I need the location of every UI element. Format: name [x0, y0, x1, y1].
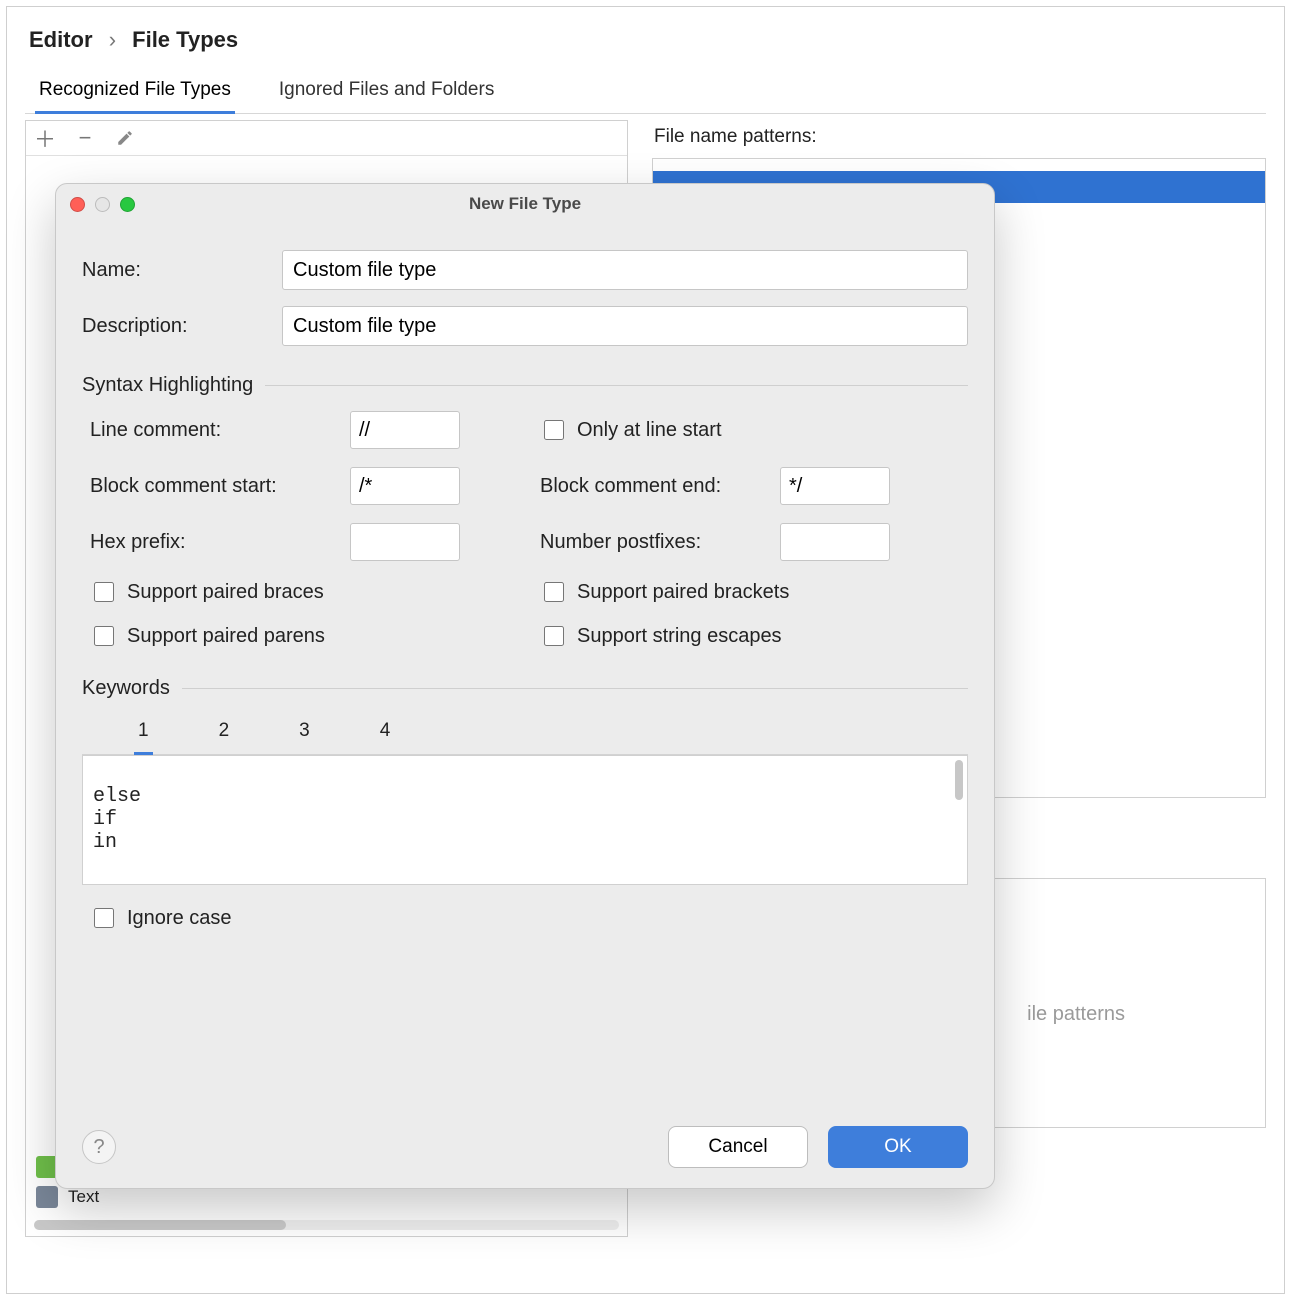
block-comment-start-input[interactable]	[350, 467, 460, 505]
line-comment-label: Line comment:	[90, 419, 340, 442]
support-parens-checkbox[interactable]	[94, 626, 114, 646]
only-at-line-start-label: Only at line start	[577, 419, 722, 442]
support-braces-checkbox[interactable]	[94, 582, 114, 602]
support-parens-label: Support paired parens	[127, 625, 325, 648]
name-label: Name:	[82, 259, 282, 282]
line-comment-input[interactable]	[350, 411, 460, 449]
ignore-case-label: Ignore case	[127, 907, 232, 930]
keywords-textarea[interactable]: else if in	[82, 755, 968, 885]
main-tabs: Recognized File Types Ignored Files and …	[25, 71, 1266, 114]
file-name-patterns-label: File name patterns:	[654, 126, 1266, 148]
description-input[interactable]	[282, 306, 968, 346]
remove-icon[interactable]: −	[74, 127, 96, 149]
keywords-tab-2[interactable]: 2	[215, 714, 234, 754]
number-postfixes-input[interactable]	[780, 523, 890, 561]
hex-prefix-input[interactable]	[350, 523, 460, 561]
syntax-highlighting-title: Syntax Highlighting	[82, 374, 253, 397]
tab-recognized-file-types[interactable]: Recognized File Types	[35, 71, 235, 114]
placeholder-text: ile patterns	[1027, 1003, 1125, 1026]
new-file-type-dialog: New File Type Name: Description: Syntax …	[55, 183, 995, 1189]
breadcrumb-separator: ›	[109, 27, 116, 52]
support-braces-label: Support paired braces	[127, 581, 324, 604]
horizontal-scrollbar[interactable]	[34, 1220, 619, 1230]
only-at-line-start-checkbox[interactable]	[544, 420, 564, 440]
add-icon[interactable]: ＋	[34, 127, 56, 149]
support-escapes-checkbox[interactable]	[544, 626, 564, 646]
description-label: Description:	[82, 315, 282, 338]
vertical-scrollbar[interactable]	[955, 760, 963, 800]
breadcrumb: Editor › File Types	[29, 27, 1262, 53]
help-button[interactable]: ?	[82, 1130, 116, 1164]
edit-icon[interactable]	[114, 127, 136, 149]
breadcrumb-file-types[interactable]: File Types	[132, 27, 238, 52]
block-comment-start-label: Block comment start:	[90, 475, 340, 498]
keywords-tab-4[interactable]: 4	[376, 714, 395, 754]
cancel-button[interactable]: Cancel	[668, 1126, 808, 1168]
keywords-tab-1[interactable]: 1	[134, 714, 153, 755]
block-comment-end-label: Block comment end:	[540, 475, 770, 498]
number-postfixes-label: Number postfixes:	[540, 531, 770, 554]
ok-button[interactable]: OK	[828, 1126, 968, 1168]
file-types-toolbar: ＋ −	[26, 121, 627, 156]
support-escapes-label: Support string escapes	[577, 625, 782, 648]
keywords-tabs: 1 2 3 4	[82, 714, 968, 755]
keywords-title: Keywords	[82, 677, 170, 700]
tab-ignored-files-folders[interactable]: Ignored Files and Folders	[275, 71, 498, 113]
block-comment-end-input[interactable]	[780, 467, 890, 505]
support-brackets-label: Support paired brackets	[577, 581, 789, 604]
name-input[interactable]	[282, 250, 968, 290]
breadcrumb-editor[interactable]: Editor	[29, 27, 93, 52]
support-brackets-checkbox[interactable]	[544, 582, 564, 602]
keywords-tab-3[interactable]: 3	[295, 714, 314, 754]
ignore-case-checkbox[interactable]	[94, 908, 114, 928]
hex-prefix-label: Hex prefix:	[90, 531, 340, 554]
keywords-content: else if in	[93, 785, 141, 854]
dialog-title: New File Type	[56, 194, 994, 214]
list-item-label: Text	[68, 1187, 99, 1207]
file-icon	[36, 1186, 58, 1208]
